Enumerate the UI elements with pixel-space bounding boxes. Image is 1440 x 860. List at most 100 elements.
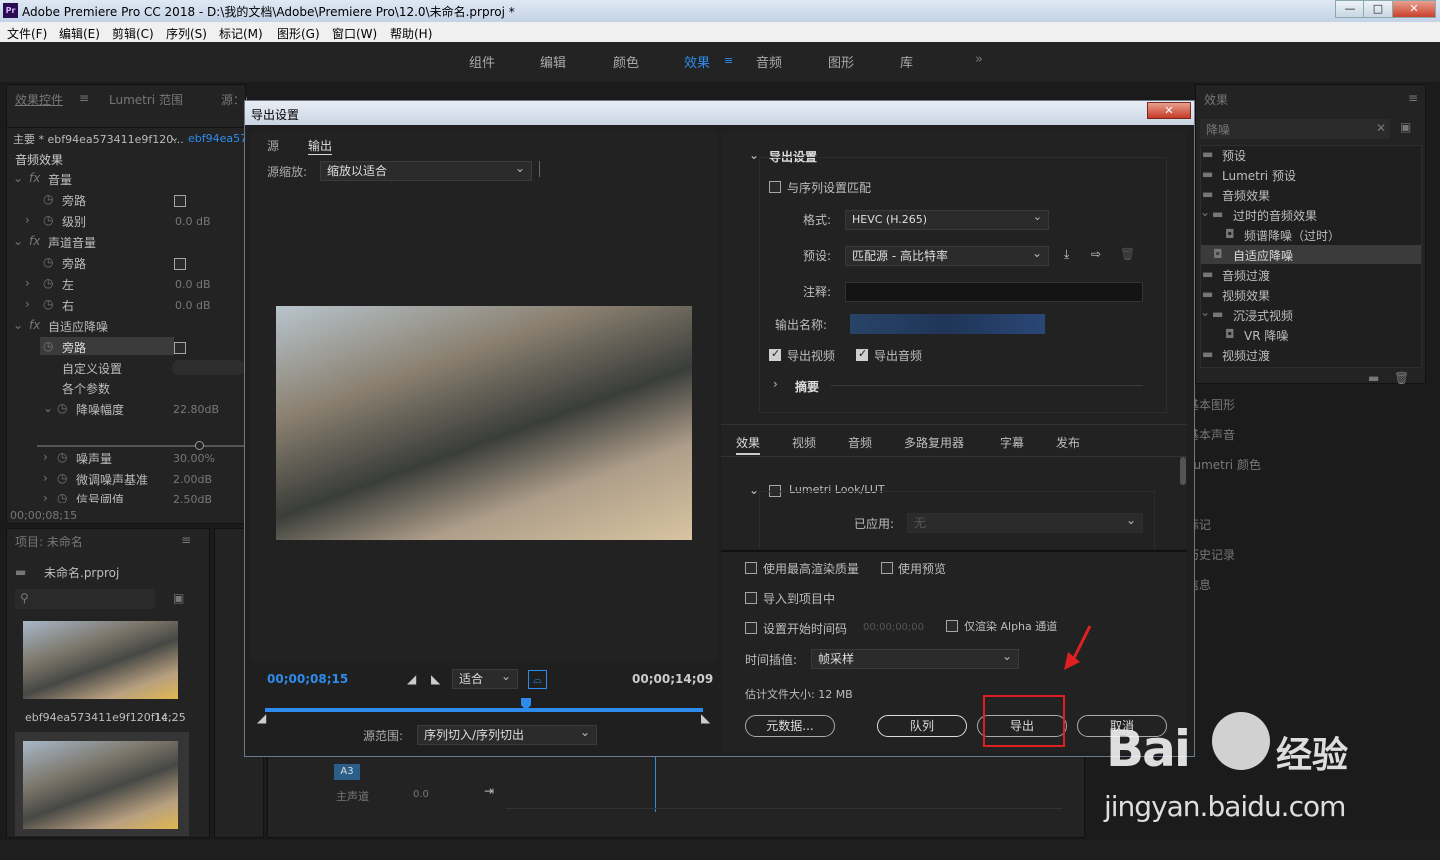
tab-source[interactable]: 源 [267, 137, 279, 154]
param-level-value[interactable]: 0.0 dB [175, 215, 211, 228]
start-timecode-checkbox[interactable] [745, 622, 757, 634]
new-bin-icon[interactable]: ▣ [173, 591, 184, 605]
bypass-checkbox[interactable] [174, 258, 186, 270]
fx-volume[interactable]: 音量 [48, 171, 72, 188]
project-title[interactable]: 项目: 未命名 [15, 533, 83, 550]
menu-help[interactable]: 帮助(H) [390, 25, 432, 42]
metadata-button[interactable]: 元数据... [745, 715, 835, 737]
workspace-overflow-icon[interactable]: » [975, 52, 983, 67]
render-alpha-checkbox[interactable] [946, 620, 958, 632]
tab-audio[interactable]: 音频 [848, 434, 872, 451]
bypass-checkbox[interactable] [174, 342, 186, 354]
import-preset-icon[interactable]: ⇨ [1091, 247, 1101, 261]
playhead[interactable] [655, 756, 656, 812]
tree-item-immersive-video[interactable]: 沉浸式视频 [1233, 307, 1293, 324]
workspace-tab-graphics[interactable]: 图形 [828, 52, 854, 71]
tab-effect-controls[interactable]: 效果控件 [15, 91, 63, 108]
workspace-menu-icon[interactable]: ≡ [724, 54, 733, 67]
menu-marker[interactable]: 标记(M) [219, 25, 263, 42]
slider-handle[interactable] [195, 441, 204, 450]
fit-select[interactable]: 适合 [452, 667, 518, 689]
comment-input[interactable] [845, 282, 1143, 302]
project-search-input[interactable] [15, 589, 155, 609]
tab-captions[interactable]: 字幕 [1000, 434, 1024, 451]
panel-essential-sound[interactable]: 基本声音 [1195, 426, 1235, 443]
applied-select[interactable]: 无 [907, 511, 1143, 533]
fx-channel-volume[interactable]: 声道音量 [48, 234, 96, 251]
tree-item-lumetri-presets[interactable]: Lumetri 预设 [1222, 167, 1296, 184]
range-bar[interactable] [265, 708, 703, 712]
panel-menu-icon[interactable]: ≡ [181, 533, 191, 547]
queue-button[interactable]: 队列 [877, 715, 967, 737]
delete-preset-icon[interactable]: 🗑 [1120, 247, 1135, 261]
output-name-link[interactable] [850, 314, 1045, 334]
set-in-point-icon[interactable]: ◢ [407, 672, 416, 686]
close-window-button[interactable]: ✕ [1392, 0, 1436, 18]
tab-multiplexer[interactable]: 多路复用器 [904, 434, 964, 451]
match-sequence-checkbox[interactable] [769, 181, 781, 193]
tab-lumetri-scopes[interactable]: Lumetri 范围 [109, 91, 183, 108]
export-video-checkbox[interactable] [769, 347, 781, 361]
start-timecode-value[interactable]: 00;00;00;00 [863, 622, 924, 633]
workspace-tab-assembly[interactable]: 组件 [469, 52, 495, 71]
param-noise-floor-value[interactable]: 2.00dB [173, 473, 212, 486]
workspace-tab-libraries[interactable]: 库 [900, 52, 913, 71]
clear-search-icon[interactable]: ✕ [1376, 121, 1386, 135]
param-left-value[interactable]: 0.0 dB [175, 278, 211, 291]
tab-menu-icon[interactable]: ≡ [79, 91, 89, 105]
panel-menu-icon[interactable]: ≡ [1408, 91, 1418, 105]
source-scale-select[interactable]: 缩放以适合 [320, 159, 532, 181]
tab-output[interactable]: 输出 [308, 137, 333, 155]
clip-thumbnail[interactable] [23, 621, 178, 699]
menu-window[interactable]: 窗口(W) [332, 25, 377, 42]
fx-adaptive-denoise[interactable]: 自适应降噪 [48, 318, 108, 335]
track-a3-target[interactable]: A3 [334, 764, 360, 780]
panel-info[interactable]: 信息 [1195, 576, 1211, 592]
panel-lumetri-color[interactable]: Lumetri 颜色 [1195, 456, 1261, 473]
preset-select[interactable]: 匹配源 - 高比特率 [845, 244, 1049, 266]
tree-item-presets[interactable]: 预设 [1222, 147, 1246, 164]
new-bin-icon[interactable]: ▣ [1400, 120, 1411, 134]
new-bin-icon[interactable]: ▬ [1368, 371, 1379, 385]
workspace-tab-audio[interactable]: 音频 [756, 52, 782, 71]
time-interp-select[interactable]: 帧采样 [811, 647, 1019, 669]
range-end-marker-icon[interactable]: ◣ [701, 711, 710, 725]
param-noisiness-value[interactable]: 30.00% [173, 452, 215, 465]
import-project-checkbox[interactable] [745, 592, 757, 604]
param-reduction-value[interactable]: 22.80dB [173, 403, 219, 416]
tree-item-audio-effects[interactable]: 音频效果 [1222, 187, 1270, 204]
chevron-down-icon[interactable]: ⌄ [170, 131, 179, 144]
param-right-value[interactable]: 0.0 dB [175, 299, 211, 312]
tab-effects[interactable]: 效果 [736, 434, 761, 455]
menu-file[interactable]: 文件(F) [7, 25, 47, 42]
source-range-select[interactable]: 序列切入/序列切出 [417, 723, 597, 745]
tree-item-vr-denoise[interactable]: VR 降噪 [1244, 327, 1288, 344]
minimize-button[interactable]: — [1335, 0, 1365, 18]
dialog-close-button[interactable]: ✕ [1147, 102, 1191, 119]
workspace-tab-effects[interactable]: 效果 [684, 52, 710, 71]
workspace-tab-editing[interactable]: 编辑 [540, 52, 566, 71]
menu-graphics[interactable]: 图形(G) [277, 25, 320, 42]
maximize-button[interactable]: □ [1363, 0, 1393, 18]
menu-clip[interactable]: 剪辑(C) [112, 25, 154, 42]
bypass-checkbox[interactable] [174, 195, 186, 207]
save-preset-icon[interactable]: ⤓ [1064, 247, 1069, 262]
tab-video[interactable]: 视频 [792, 434, 816, 451]
tree-item-audio-transitions[interactable]: 音频过渡 [1222, 267, 1270, 284]
aspect-toggle-icon[interactable]: ⌓ [528, 670, 547, 689]
goto-end-icon[interactable]: ⇥ [484, 784, 494, 798]
reduction-slider[interactable] [37, 445, 245, 447]
set-out-point-icon[interactable]: ◣ [431, 672, 440, 686]
tab-publish[interactable]: 发布 [1056, 434, 1080, 451]
tree-item-adaptive-denoise[interactable]: 自适应降噪 [1233, 247, 1293, 264]
panel-history[interactable]: 历史记录 [1195, 546, 1235, 563]
use-preview-checkbox[interactable] [881, 562, 893, 574]
in-timecode[interactable]: 00;00;08;15 [267, 672, 348, 686]
summary-toggle[interactable]: 摘要 [795, 378, 819, 395]
range-start-marker-icon[interactable]: ◢ [257, 711, 266, 725]
menu-sequence[interactable]: 序列(S) [166, 25, 207, 42]
max-render-checkbox[interactable] [745, 562, 757, 574]
export-audio-checkbox[interactable] [856, 347, 868, 361]
tree-item-obsolete-audio[interactable]: 过时的音频效果 [1233, 207, 1317, 224]
settings-scrollbar[interactable] [1180, 457, 1186, 485]
